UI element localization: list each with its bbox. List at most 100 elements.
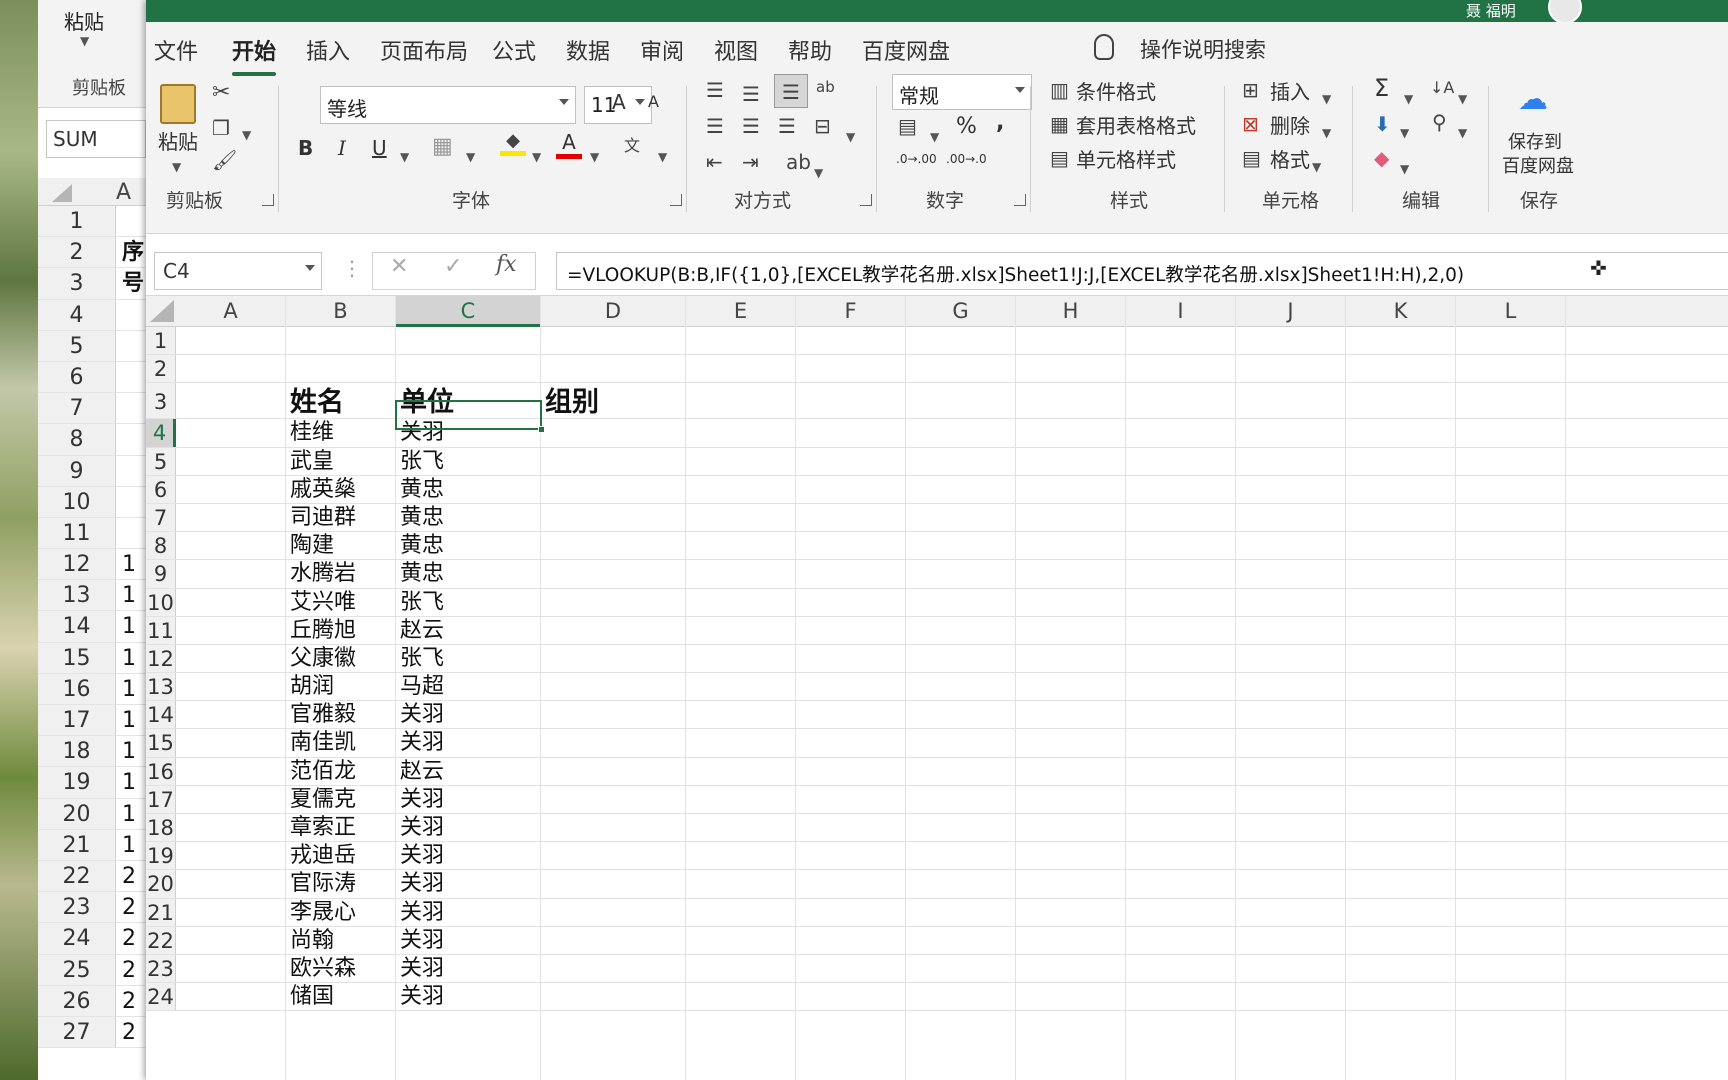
cell-d[interactable] xyxy=(541,729,686,756)
cell-b[interactable]: 丘腾旭 xyxy=(286,617,396,644)
cell-b[interactable]: 司迪群 xyxy=(286,504,396,531)
delete-cells-button[interactable]: 删除 xyxy=(1270,110,1310,139)
cell-c[interactable]: 赵云 xyxy=(396,617,541,644)
bold-button[interactable]: B xyxy=(298,136,313,160)
background-excel-window[interactable]: 粘贴 ▼ 剪贴板 SUM A 1 2 序号 3 4 5 6 7 8 9 10 11 12 1 13 1 14 1 1… xyxy=(38,0,148,1080)
tab-file[interactable]: 文件 xyxy=(154,34,198,66)
cell-b[interactable]: 储国 xyxy=(286,983,396,1010)
cell-b[interactable] xyxy=(286,327,396,354)
grow-font-button[interactable]: A xyxy=(612,90,626,114)
tab-review[interactable]: 审阅 xyxy=(640,34,684,66)
cell-b[interactable]: 水腾岩 xyxy=(286,560,396,587)
back-cell-a[interactable]: 2 xyxy=(122,861,136,892)
column-header-l[interactable]: L xyxy=(1456,296,1566,327)
cell-b[interactable]: 陶建 xyxy=(286,532,396,559)
chevron-down-icon[interactable]: ▼ xyxy=(1400,154,1409,178)
chevron-down-icon[interactable] xyxy=(305,265,315,271)
cell-b[interactable]: 官际涛 xyxy=(286,870,396,897)
row-header[interactable]: 1 xyxy=(146,327,176,355)
cell-c[interactable]: 黄忠 xyxy=(396,504,541,531)
cell-b[interactable]: 夏儒克 xyxy=(286,786,396,813)
back-row-number[interactable]: 23 xyxy=(38,892,116,923)
cell-d[interactable] xyxy=(541,983,686,1010)
cell-d[interactable] xyxy=(541,476,686,503)
back-row-number[interactable]: 6 xyxy=(38,361,116,393)
back-column-a[interactable]: A xyxy=(116,180,131,205)
back-row-number[interactable]: 7 xyxy=(38,393,116,424)
row-header[interactable]: 14 xyxy=(146,701,176,729)
back-cell-a[interactable]: 2 xyxy=(122,1017,136,1048)
cell-d[interactable] xyxy=(541,504,686,531)
insert-cells-icon[interactable]: ⊞ xyxy=(1242,78,1259,102)
save-to-netdisk-line1[interactable]: 保存到 xyxy=(1508,128,1562,154)
column-header-i[interactable]: I xyxy=(1126,296,1236,327)
cell-c[interactable]: 关羽 xyxy=(396,899,541,926)
back-row-number[interactable]: 25 xyxy=(38,954,116,985)
cell-styles-button[interactable]: 单元格样式 xyxy=(1076,144,1176,173)
cell-d[interactable]: 组别 xyxy=(541,383,686,418)
back-row-number[interactable]: 27 xyxy=(38,1016,116,1048)
merge-center-icon[interactable]: ⊟ xyxy=(814,114,831,138)
cell-d[interactable] xyxy=(541,560,686,587)
row-header[interactable]: 7 xyxy=(146,503,176,532)
chevron-down-icon[interactable]: ▼ xyxy=(1322,118,1331,142)
row-header[interactable]: 4 xyxy=(146,419,176,447)
back-cell-a[interactable]: 1 xyxy=(122,736,136,767)
borders-icon[interactable]: ▦ xyxy=(432,134,453,159)
chevron-down-icon[interactable]: ▼ xyxy=(658,142,667,166)
tab-home[interactable]: 开始 xyxy=(232,34,277,76)
row-header[interactable]: 5 xyxy=(146,447,176,475)
cell-b[interactable]: 章索正 xyxy=(286,814,396,841)
cell-b[interactable]: 戚英燊 xyxy=(286,476,396,503)
chevron-down-icon[interactable] xyxy=(635,99,645,105)
cell-d[interactable] xyxy=(541,927,686,954)
back-row-number[interactable]: 2 xyxy=(38,237,116,268)
cell-d[interactable] xyxy=(541,355,686,382)
cell-d[interactable] xyxy=(541,758,686,785)
back-cell-a[interactable]: 1 xyxy=(122,580,136,611)
back-row-number[interactable]: 20 xyxy=(38,798,116,829)
spreadsheet-grid[interactable]: ABCDEFGHIJKL 1 2 3 姓名 单位 组别 4 桂维 关羽 5 武皇 张飞 6 戚英燊 黄忠 7 司… xyxy=(146,296,1728,1080)
column-header-a[interactable]: A xyxy=(176,296,286,327)
chevron-down-icon[interactable]: ▼ xyxy=(400,142,409,166)
back-row-number[interactable]: 10 xyxy=(38,486,116,517)
cell-c[interactable]: 关羽 xyxy=(396,729,541,756)
row-header[interactable]: 16 xyxy=(146,757,176,785)
chevron-down-icon[interactable]: ▼ xyxy=(1322,84,1331,108)
back-cell-a[interactable]: 1 xyxy=(122,611,136,642)
user-name[interactable]: 聂 福明 xyxy=(1466,0,1516,21)
row-header[interactable]: 8 xyxy=(146,532,176,560)
back-cell-a[interactable]: 2 xyxy=(122,923,136,954)
back-name-box[interactable]: SUM xyxy=(46,120,146,158)
tab-help[interactable]: 帮助 xyxy=(788,34,832,66)
cell-b[interactable]: 南佳凯 xyxy=(286,729,396,756)
cell-d[interactable] xyxy=(541,448,686,475)
more-options-icon[interactable]: ⋮ xyxy=(342,256,362,280)
back-row-number[interactable]: 9 xyxy=(38,455,116,486)
font-color-icon[interactable]: A xyxy=(556,130,582,159)
cell-d[interactable] xyxy=(541,532,686,559)
back-row-number[interactable]: 8 xyxy=(38,424,116,455)
find-select-icon[interactable]: ⚲ xyxy=(1432,110,1447,134)
cell-c[interactable]: 关羽 xyxy=(396,927,541,954)
decrease-indent-icon[interactable]: ⇤ xyxy=(706,150,723,174)
cell-c[interactable] xyxy=(396,327,541,354)
chevron-down-icon[interactable]: ▼ xyxy=(532,142,541,166)
back-cell-a[interactable]: 1 xyxy=(122,674,136,705)
column-header-j[interactable]: J xyxy=(1236,296,1346,327)
cell-b[interactable]: 艾兴唯 xyxy=(286,589,396,616)
number-format-box[interactable]: 常规 xyxy=(892,74,1032,110)
cell-b[interactable]: 武皇 xyxy=(286,448,396,475)
back-cell-a[interactable]: 2 xyxy=(122,892,136,923)
tell-me-search[interactable]: 操作说明搜索 xyxy=(1140,34,1266,64)
shrink-font-button[interactable]: A xyxy=(648,92,659,111)
cell-c[interactable]: 关羽 xyxy=(396,842,541,869)
cell-b[interactable]: 父康徽 xyxy=(286,645,396,672)
fill-down-icon[interactable]: ⬇ xyxy=(1374,112,1391,136)
autosum-button[interactable]: Σ xyxy=(1374,74,1389,102)
cell-styles-icon[interactable]: ▤ xyxy=(1050,146,1069,170)
insert-cells-button[interactable]: 插入 xyxy=(1270,76,1310,105)
cell-c[interactable]: 关羽 xyxy=(396,786,541,813)
back-cell-a[interactable]: 1 xyxy=(122,799,136,830)
name-box[interactable]: C4 xyxy=(154,252,322,290)
